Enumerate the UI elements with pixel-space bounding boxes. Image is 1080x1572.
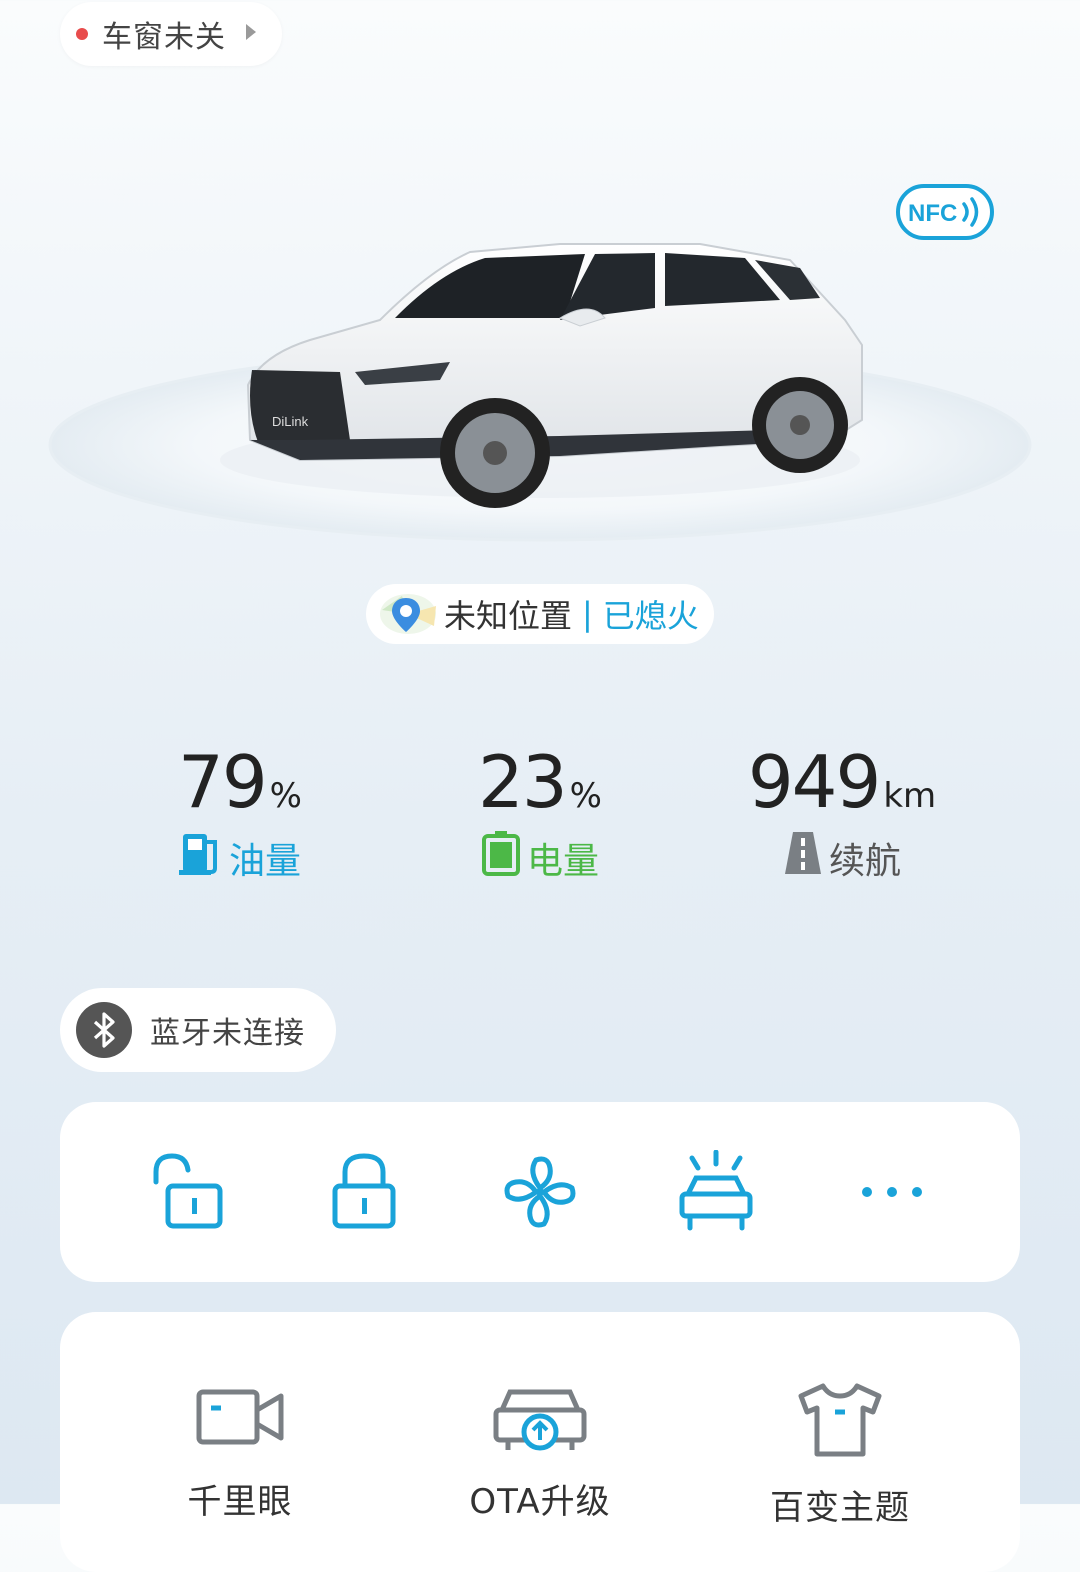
window-status-pill[interactable]: 车窗未关	[60, 2, 282, 66]
location-separator: |	[582, 595, 593, 633]
battery-value: 23	[478, 740, 568, 824]
bluetooth-pill[interactable]: 蓝牙未连接	[60, 988, 336, 1072]
bluetooth-status-text: 蓝牙未连接	[150, 1016, 305, 1051]
engine-status-text: 已熄火	[602, 597, 699, 635]
fuel-unit: %	[269, 776, 302, 816]
battery-unit: %	[569, 776, 602, 816]
car-lights-icon	[679, 1150, 753, 1231]
battery-icon	[481, 830, 527, 885]
feature-theme[interactable]: 百变主题	[720, 1382, 960, 1529]
ota-icon	[493, 1389, 587, 1451]
location-text: 未知位置	[444, 597, 573, 635]
window-status-text: 车窗未关	[102, 20, 226, 55]
quick-controls-card	[60, 1102, 1020, 1282]
find-car-button[interactable]	[656, 1132, 776, 1252]
fuel-label: 油量	[228, 840, 301, 882]
feature-theme-label: 百变主题	[770, 1488, 910, 1528]
chevron-right-icon	[244, 22, 258, 46]
more-icon	[862, 1187, 922, 1197]
more-button[interactable]	[832, 1132, 952, 1252]
unlock-icon	[153, 1153, 223, 1229]
car-image: DiLink	[0, 140, 1080, 570]
theme-icon	[798, 1383, 882, 1457]
battery-stat[interactable]: 23% 电量	[390, 740, 690, 885]
svg-text:DiLink: DiLink	[272, 414, 309, 429]
fan-icon	[504, 1156, 576, 1228]
map-pin-icon	[378, 592, 438, 636]
unlock-button[interactable]	[128, 1132, 248, 1252]
range-stat[interactable]: 949 km 续航	[692, 740, 992, 885]
feature-ota-label: OTA升级	[469, 1482, 611, 1522]
fan-button[interactable]	[480, 1132, 600, 1252]
fuel-value: 79	[178, 740, 268, 824]
range-unit: km	[883, 776, 937, 816]
alert-dot-icon	[76, 28, 88, 40]
lock-button[interactable]	[304, 1132, 424, 1252]
road-icon	[783, 830, 829, 885]
battery-label: 电量	[526, 840, 599, 882]
fuel-stat[interactable]: 79% 油量	[90, 740, 390, 885]
feature-camera[interactable]: 千里眼	[120, 1382, 360, 1523]
bluetooth-icon	[76, 1002, 132, 1058]
features-card: 千里眼 OTA升级 百变主题	[60, 1312, 1020, 1572]
camera-icon	[196, 1389, 284, 1445]
fuel-icon	[178, 830, 229, 885]
feature-ota[interactable]: OTA升级	[420, 1382, 660, 1523]
range-label: 续航	[828, 840, 901, 882]
range-value: 949	[747, 740, 881, 824]
lock-icon	[332, 1153, 396, 1229]
location-pill[interactable]: 未知位置 | 已熄火	[366, 584, 714, 644]
feature-camera-label: 千里眼	[187, 1482, 293, 1522]
